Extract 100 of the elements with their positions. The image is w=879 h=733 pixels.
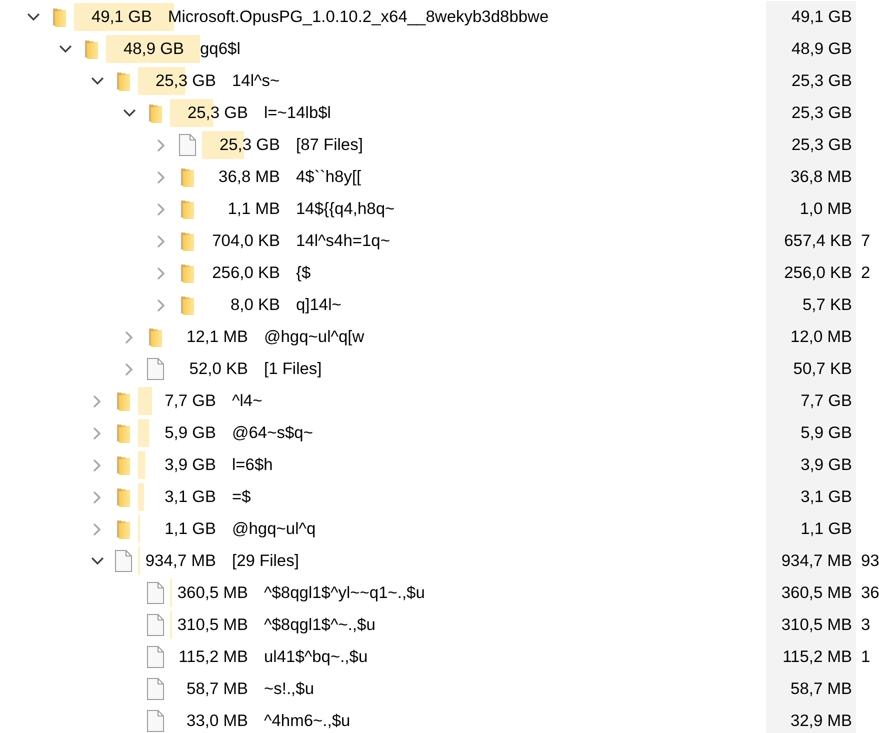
file-icon — [146, 358, 164, 380]
folder-name[interactable]: Microsoft.OpusPG_1.0.10.2_x64__8wekyb3d8bbwe — [168, 8, 549, 26]
folder-icon — [180, 264, 194, 282]
size-label: 657,4 KB — [784, 232, 852, 250]
size-label: 58,7 MB — [186, 679, 248, 700]
chevron-down-icon[interactable] — [90, 77, 104, 85]
file-name[interactable]: ^$8qgl1$^yl~~q1~.,$u — [264, 584, 425, 602]
chevron-right-icon[interactable] — [93, 458, 101, 472]
chevron-right-icon[interactable] — [157, 138, 165, 152]
size-label: 12,1 MB — [186, 327, 248, 348]
folder-icon — [116, 520, 130, 538]
size-label: 3,9 GB — [800, 456, 852, 474]
size-label: 8,0 KB — [230, 295, 280, 316]
folder-icon — [52, 8, 66, 26]
folder-icon — [84, 40, 98, 58]
size-label: 1,1 GB — [800, 520, 852, 538]
file-icon — [146, 614, 164, 636]
chevron-right-icon[interactable] — [93, 394, 101, 408]
size-label: 5,9 GB — [800, 424, 852, 442]
size-label: 7,7 GB — [800, 392, 852, 410]
folder-name[interactable]: @64~s$q~ — [232, 424, 313, 442]
table-cell: 2 — [861, 264, 870, 282]
folder-icon — [116, 72, 130, 90]
file-icon — [146, 710, 164, 732]
size-label: 58,7 MB — [790, 680, 852, 698]
size-label: 12,0 MB — [790, 328, 852, 346]
size-label: 25,3 GB — [791, 72, 852, 90]
size-label: 256,0 KB — [784, 264, 852, 282]
chevron-right-icon[interactable] — [93, 490, 101, 504]
size-label: 49,1 GB — [791, 8, 852, 26]
table-cell: 36 — [861, 584, 879, 602]
size-label: 50,7 KB — [793, 360, 852, 378]
chevron-down-icon[interactable] — [26, 13, 40, 21]
chevron-right-icon[interactable] — [157, 266, 165, 280]
chevron-down-icon[interactable] — [90, 557, 104, 565]
file-name[interactable]: [1 Files] — [264, 360, 322, 378]
folder-icon — [148, 104, 162, 122]
size-label: 3,1 GB — [800, 488, 852, 506]
file-name[interactable]: ul41$^bq~.,$u — [264, 648, 368, 666]
file-icon — [178, 134, 196, 156]
file-name[interactable]: ^4hm6~.,$u — [264, 712, 350, 730]
table-cell: 93 — [861, 552, 879, 570]
chevron-right-icon[interactable] — [157, 234, 165, 248]
folder-name[interactable]: l=~14lb$l — [264, 104, 331, 122]
chevron-right-icon[interactable] — [125, 330, 133, 344]
chevron-right-icon[interactable] — [157, 202, 165, 216]
folder-name[interactable]: 14l^s~ — [232, 72, 280, 90]
chevron-right-icon[interactable] — [157, 170, 165, 184]
folder-icon — [180, 296, 194, 314]
folder-icon — [148, 328, 162, 346]
size-label: 25,3 GB — [791, 104, 852, 122]
folder-name[interactable]: 14${{q4,h8q~ — [296, 200, 395, 218]
folder-name[interactable]: q]14l~ — [296, 296, 342, 314]
folder-name[interactable]: ^l4~ — [232, 392, 262, 410]
file-icon — [146, 646, 164, 668]
size-label: 1,1 MB — [228, 199, 280, 220]
folder-icon — [116, 392, 130, 410]
file-name[interactable]: [87 Files] — [296, 136, 363, 154]
folder-name[interactable]: 14l^s4h=1q~ — [296, 232, 390, 250]
file-name[interactable]: [29 Files] — [232, 552, 299, 570]
chevron-right-icon[interactable] — [93, 426, 101, 440]
table-cell: 3 — [861, 616, 870, 634]
size-label: 704,0 KB — [212, 231, 280, 252]
folder-name[interactable]: {$ — [296, 264, 311, 282]
folder-name[interactable]: l=6$h — [232, 456, 273, 474]
folder-icon — [180, 200, 194, 218]
size-label: 115,2 MB — [782, 648, 852, 666]
size-label: 33,0 MB — [186, 711, 248, 732]
file-icon — [146, 582, 164, 604]
folder-name[interactable]: @hgq~ul^q[w — [264, 328, 364, 346]
folder-name[interactable]: gq6$l — [200, 40, 240, 58]
folder-name[interactable]: @hgq~ul^q — [232, 520, 316, 538]
folder-name[interactable]: 4$``h8y[[ — [296, 168, 362, 186]
chevron-right-icon[interactable] — [125, 362, 133, 376]
size-label: 360,5 MB — [781, 584, 852, 602]
table-cell: 7 — [861, 232, 870, 250]
file-name[interactable]: ~s!.,$u — [264, 680, 314, 698]
size-label: 48,9 GB — [791, 40, 852, 58]
folder-icon — [116, 456, 130, 474]
chevron-down-icon[interactable] — [58, 45, 72, 53]
size-label: 115,2 MB — [178, 647, 248, 668]
size-label: 310,5 MB — [781, 616, 852, 634]
folder-icon — [180, 232, 194, 250]
size-label: 256,0 KB — [212, 263, 280, 284]
file-name[interactable]: ^$8qgl1$^~.,$u — [264, 616, 376, 634]
chevron-down-icon[interactable] — [122, 109, 136, 117]
size-label: 36,8 MB — [218, 167, 280, 188]
size-label: 25,3 GB — [791, 136, 852, 154]
size-label: 36,8 MB — [790, 168, 852, 186]
chevron-right-icon[interactable] — [157, 298, 165, 312]
folder-icon — [116, 488, 130, 506]
table-cell: 1 — [861, 648, 870, 666]
folder-icon — [180, 168, 194, 186]
chevron-right-icon[interactable] — [93, 522, 101, 536]
folder-icon — [116, 424, 130, 442]
size-label: 52,0 KB — [189, 359, 248, 380]
size-label: 5,7 KB — [802, 296, 852, 314]
size-label: 934,7 MB — [781, 552, 852, 570]
file-icon — [146, 678, 164, 700]
size-label: 1,0 MB — [800, 200, 852, 218]
